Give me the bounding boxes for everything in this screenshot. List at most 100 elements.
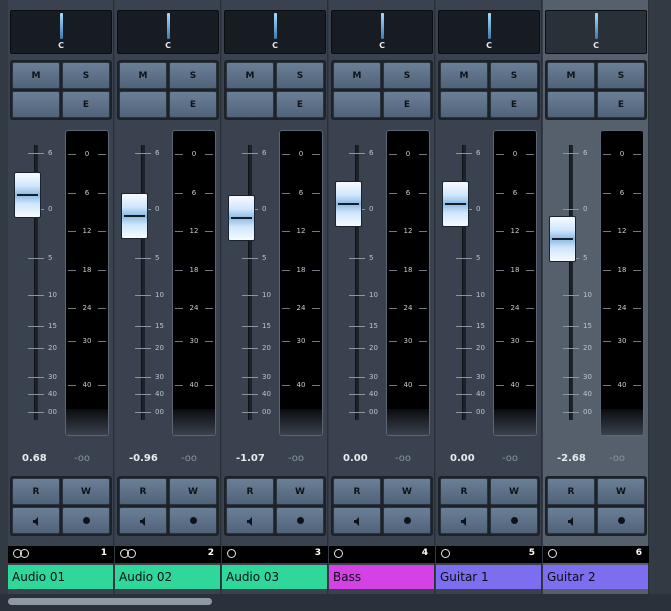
channel-name[interactable]: Guitar 1 [436,565,542,589]
volume-fader-handle[interactable] [549,215,576,262]
meter-scale-label: 12 [82,227,92,235]
channel-name[interactable]: Bass [329,565,435,589]
pan-handle[interactable] [167,13,170,39]
meter-tick [282,385,290,386]
volume-readout-row: 0.68 -oo [8,444,114,472]
monitor-button[interactable] [12,507,60,534]
solo-button[interactable]: S [383,62,431,89]
pan-control[interactable]: C [438,10,540,54]
horizontal-scrollbar[interactable] [0,594,671,611]
blank-button[interactable] [547,91,595,118]
pan-control[interactable]: C [10,10,112,54]
edit-button[interactable]: E [490,91,538,118]
volume-value[interactable]: 0.00 [450,453,475,464]
pan-control[interactable]: C [545,10,647,54]
mute-button[interactable]: M [333,62,381,89]
monitor-button[interactable] [119,507,167,534]
peak-value[interactable]: -oo [288,453,304,464]
peak-value[interactable]: -oo [181,453,197,464]
meter-scale-label: 18 [510,266,520,274]
channel-name[interactable]: Audio 02 [115,565,221,589]
record-enable-button[interactable] [169,507,217,534]
record-enable-button[interactable] [383,507,431,534]
read-automation-button[interactable]: R [333,478,381,505]
edit-button[interactable]: E [597,91,645,118]
write-automation-button[interactable]: W [597,478,645,505]
read-automation-button[interactable]: R [547,478,595,505]
record-enable-button[interactable] [490,507,538,534]
edit-button[interactable]: E [276,91,324,118]
fader-track[interactable] [248,145,252,420]
channel-number: 3 [314,548,321,558]
mute-button[interactable]: M [226,62,274,89]
monitor-button[interactable] [440,507,488,534]
monitor-button[interactable] [333,507,381,534]
blank-button[interactable] [333,91,381,118]
solo-button[interactable]: S [169,62,217,89]
record-enable-button[interactable] [597,507,645,534]
volume-value[interactable]: -1.07 [236,453,265,464]
volume-fader-handle[interactable] [442,181,469,227]
blank-button[interactable] [119,91,167,118]
volume-value[interactable]: 0.00 [343,453,368,464]
solo-button[interactable]: S [62,62,110,89]
monitor-button[interactable] [226,507,274,534]
pan-handle[interactable] [60,13,63,39]
mute-button[interactable]: M [119,62,167,89]
channel-strip: CMSE60510152030400006121824304050-0.96-o… [115,0,221,594]
scrollbar-thumb[interactable] [8,598,212,605]
volume-fader-handle[interactable] [335,181,362,227]
peak-value[interactable]: -oo [395,453,411,464]
channel-name[interactable]: Audio 01 [8,565,114,589]
monitor-button[interactable] [547,507,595,534]
pan-handle[interactable] [381,13,384,39]
edit-button[interactable]: E [383,91,431,118]
write-automation-button[interactable]: W [490,478,538,505]
fader-track[interactable] [141,145,145,420]
fader-scale-tick [135,412,151,413]
solo-button[interactable]: S [597,62,645,89]
meter-tick [175,231,183,232]
pan-value: C [58,41,64,50]
pan-handle[interactable] [595,13,598,39]
volume-fader-handle[interactable] [121,193,148,240]
blank-button[interactable] [226,91,274,118]
mute-button[interactable]: M [440,62,488,89]
volume-value[interactable]: -0.96 [129,453,158,464]
read-automation-button[interactable]: R [12,478,60,505]
edit-button[interactable]: E [169,91,217,118]
mute-button[interactable]: M [12,62,60,89]
peak-value[interactable]: -oo [502,453,518,464]
volume-fader-handle[interactable] [228,194,255,241]
record-enable-button[interactable] [276,507,324,534]
volume-value[interactable]: 0.68 [22,453,47,464]
read-automation-button[interactable]: R [440,478,488,505]
write-automation-button[interactable]: W [62,478,110,505]
meter-tick [526,231,534,232]
blank-button[interactable] [12,91,60,118]
blank-button[interactable] [440,91,488,118]
pan-control[interactable]: C [331,10,433,54]
solo-button[interactable]: S [276,62,324,89]
read-automation-button[interactable]: R [226,478,274,505]
solo-button[interactable]: S [490,62,538,89]
write-automation-button[interactable]: W [383,478,431,505]
write-automation-button[interactable]: W [276,478,324,505]
pan-handle[interactable] [274,13,277,39]
channel-name[interactable]: Guitar 2 [543,565,649,589]
pan-control[interactable]: C [224,10,326,54]
write-automation-button[interactable]: W [169,478,217,505]
fader-scale-label: 00 [583,408,592,416]
volume-value[interactable]: -2.68 [557,453,586,464]
channel-name[interactable]: Audio 03 [222,565,328,589]
record-enable-button[interactable] [62,507,110,534]
pan-control[interactable]: C [117,10,219,54]
peak-value[interactable]: -oo [609,453,625,464]
mute-button[interactable]: M [547,62,595,89]
peak-value[interactable]: -oo [74,453,90,464]
pan-handle[interactable] [488,13,491,39]
read-automation-button[interactable]: R [119,478,167,505]
edit-button[interactable]: E [62,91,110,118]
volume-fader-handle[interactable] [14,172,41,219]
fader-track[interactable] [569,145,573,420]
